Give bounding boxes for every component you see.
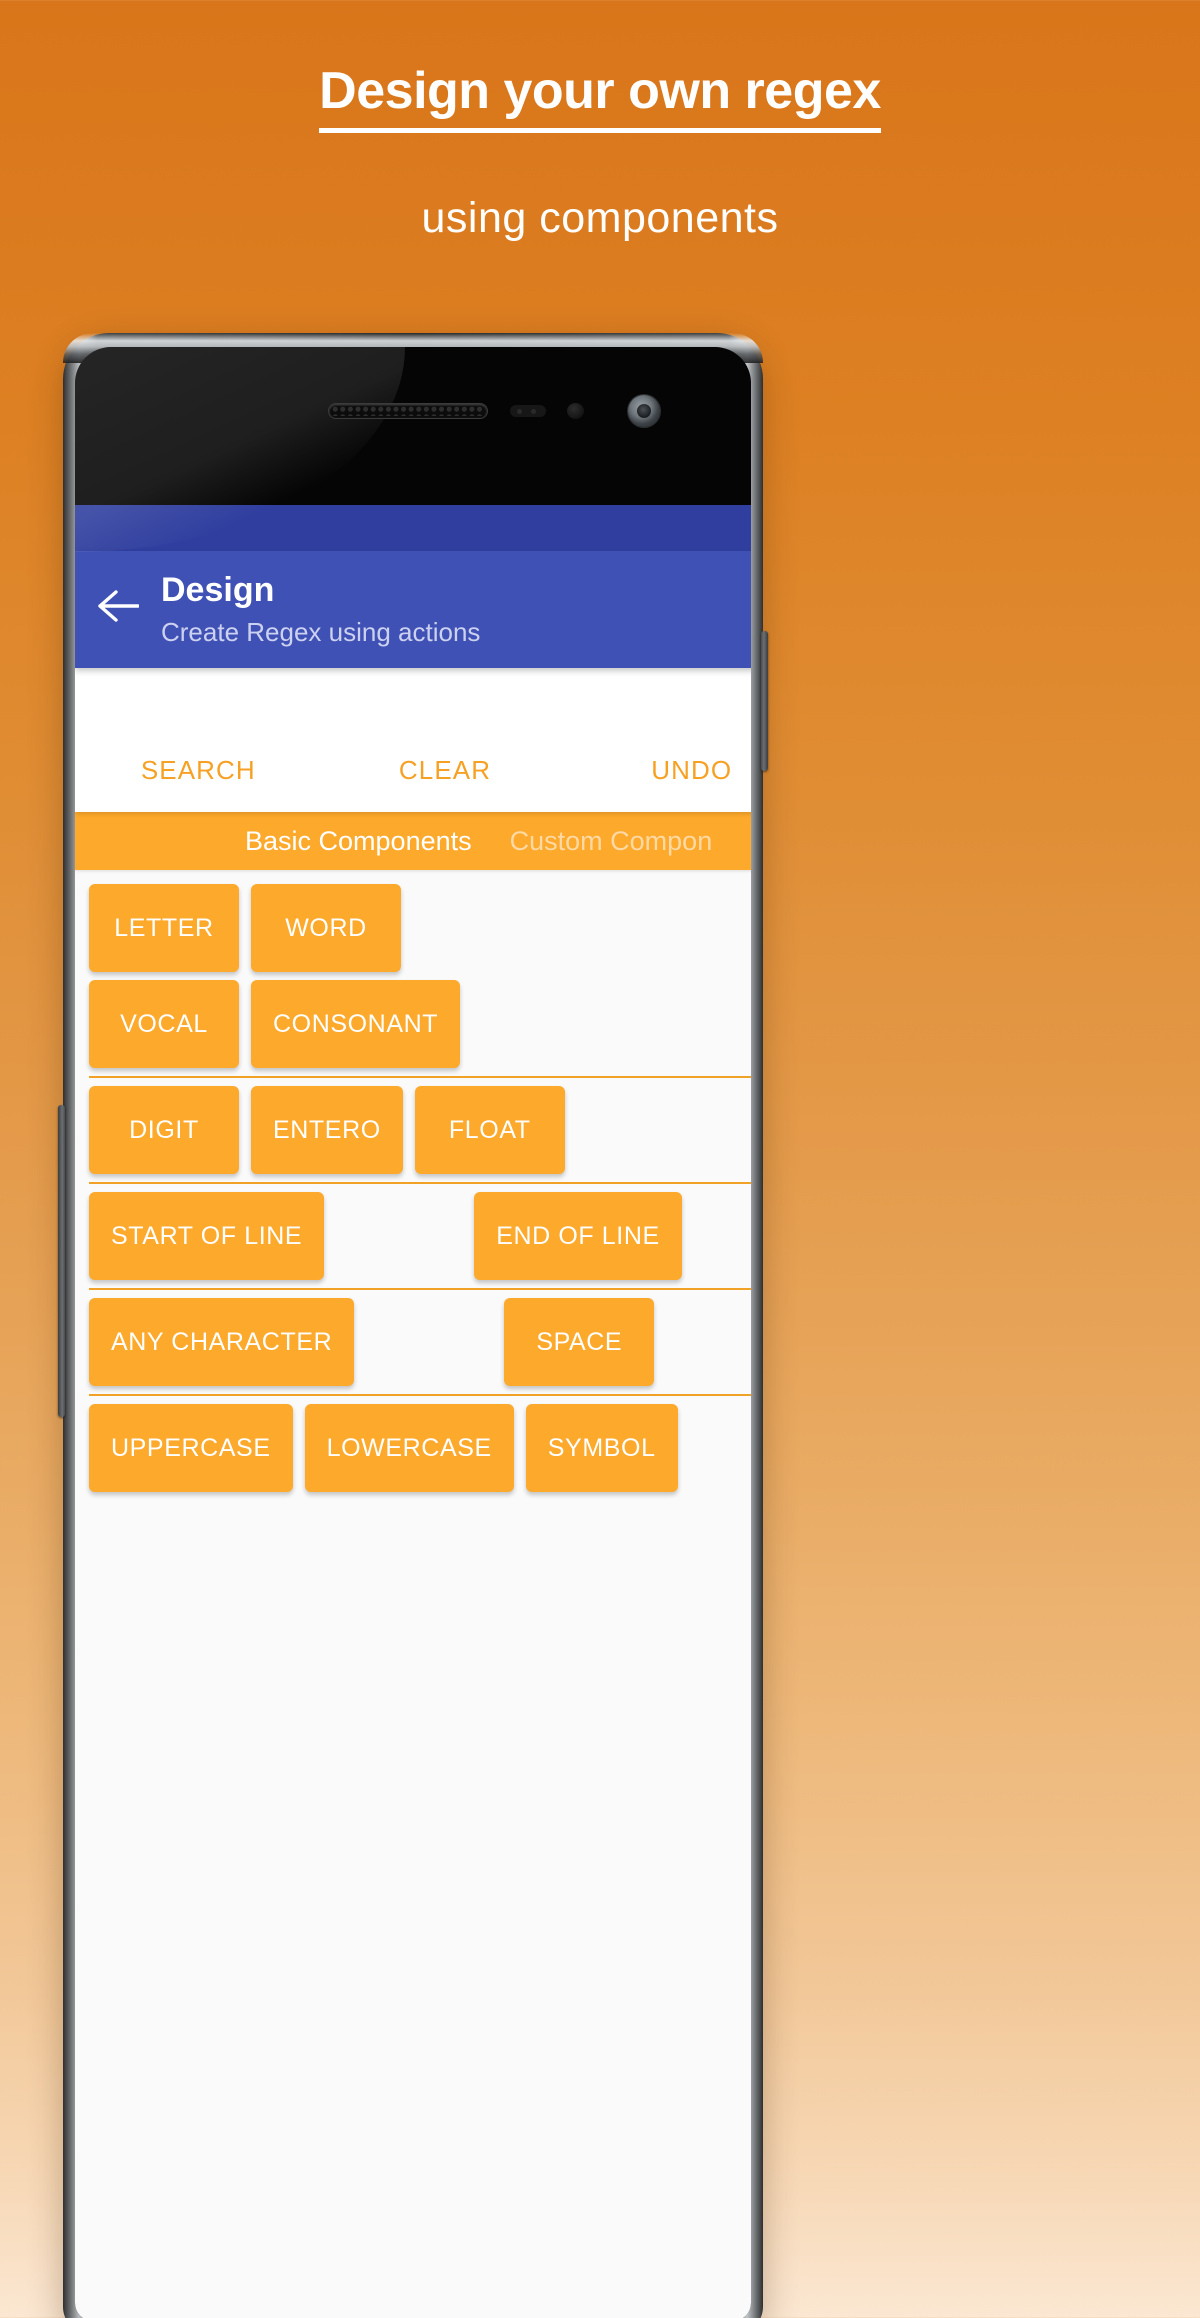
group-divider (89, 1288, 751, 1290)
arrow-left-icon (98, 590, 139, 622)
tab-basic-components[interactable]: Basic Components (245, 826, 472, 857)
app-screen: Design Create Regex using actions SEARCH… (75, 505, 751, 2318)
component-group: ANY CHARACTER SPACE (75, 1298, 751, 1386)
page-title: Design your own regex (319, 62, 881, 133)
component-group: START OF LINE END OF LINE (75, 1192, 751, 1280)
component-entero[interactable]: ENTERO (251, 1086, 403, 1174)
promo-header: Design your own regex using components (0, 0, 1200, 244)
component-letter[interactable]: LETTER (89, 884, 239, 972)
component-end-of-line[interactable]: END OF LINE (474, 1192, 682, 1280)
tab-bar: Basic Components Custom Compon (75, 812, 751, 870)
status-bar (75, 505, 751, 551)
volume-button-icon[interactable] (58, 1105, 65, 1417)
phone-mockup: Design Create Regex using actions SEARCH… (58, 333, 768, 2318)
phone-forehead (75, 347, 751, 497)
component-digit[interactable]: DIGIT (89, 1086, 239, 1174)
app-bar-subtitle: Create Regex using actions (161, 616, 481, 647)
undo-button[interactable]: UNDO (568, 755, 751, 786)
speaker-grille-icon (328, 403, 488, 419)
search-button[interactable]: SEARCH (75, 755, 322, 786)
component-row: DIGIT ENTERO FLOAT (75, 1086, 751, 1174)
tab-custom-components[interactable]: Custom Compon (510, 826, 713, 857)
app-bar-text: Design Create Regex using actions (161, 567, 480, 648)
app-bar-title: Design (161, 571, 275, 609)
component-row: ANY CHARACTER SPACE (75, 1298, 751, 1386)
components-list: LETTER WORD VOCAL CONSONANT DIGIT ENTERO… (75, 870, 751, 1492)
group-divider (89, 1076, 751, 1078)
group-divider (89, 1182, 751, 1184)
component-vocal[interactable]: VOCAL (89, 980, 239, 1068)
component-group: UPPERCASE LOWERCASE SYMBOL (75, 1404, 751, 1492)
component-row: START OF LINE END OF LINE (75, 1192, 751, 1280)
power-button-icon[interactable] (761, 631, 768, 771)
proximity-sensor-icon (510, 405, 546, 417)
component-uppercase[interactable]: UPPERCASE (89, 1404, 293, 1492)
component-any-character[interactable]: ANY CHARACTER (89, 1298, 355, 1386)
page-subtitle: using components (421, 193, 779, 242)
light-sensor-icon (567, 403, 584, 419)
component-group: LETTER WORD VOCAL CONSONANT (75, 884, 751, 1068)
component-space[interactable]: SPACE (504, 1298, 655, 1386)
component-lowercase[interactable]: LOWERCASE (304, 1404, 514, 1492)
component-float[interactable]: FLOAT (414, 1086, 565, 1174)
clear-button[interactable]: CLEAR (322, 755, 569, 786)
component-start-of-line[interactable]: START OF LINE (89, 1192, 325, 1280)
back-button[interactable] (75, 567, 161, 623)
front-camera-icon (628, 395, 660, 427)
component-row: UPPERCASE LOWERCASE SYMBOL (75, 1404, 751, 1492)
app-bar: Design Create Regex using actions (75, 551, 751, 668)
action-bar: SEARCH CLEAR UNDO (75, 668, 751, 812)
component-symbol[interactable]: SYMBOL (525, 1404, 678, 1492)
component-word[interactable]: WORD (251, 884, 401, 972)
group-divider (89, 1394, 751, 1396)
component-consonant[interactable]: CONSONANT (251, 980, 461, 1068)
phone-screen-glass: Design Create Regex using actions SEARCH… (75, 347, 751, 2318)
component-group: DIGIT ENTERO FLOAT (75, 1086, 751, 1174)
component-row: LETTER WORD (75, 884, 751, 972)
component-row: VOCAL CONSONANT (75, 980, 751, 1068)
